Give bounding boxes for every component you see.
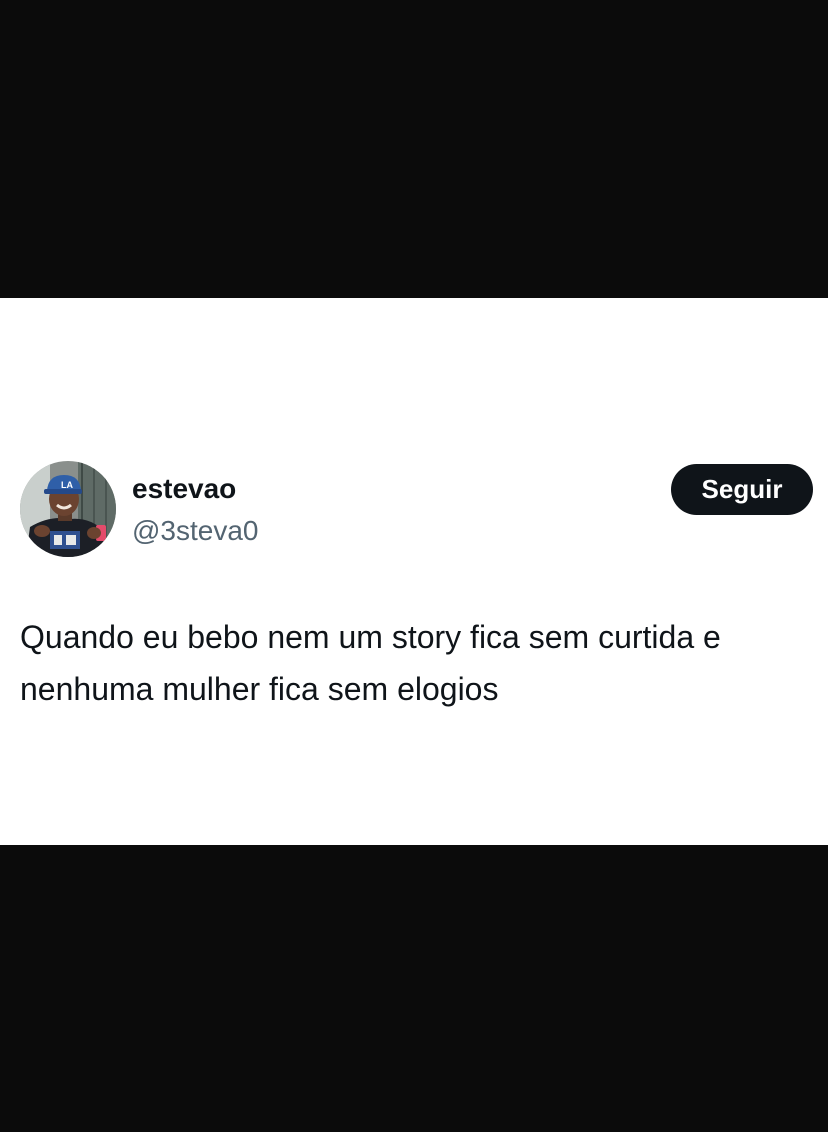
svg-text:LA: LA: [61, 480, 73, 490]
bottom-black-band: [0, 845, 828, 1132]
avatar-photo-icon: LA: [20, 461, 116, 557]
tweet-card: LA estevao @3steva0 Seguir Quando eu beb…: [0, 298, 828, 845]
screenshot-frame: LA estevao @3steva0 Seguir Quando eu beb…: [0, 0, 828, 1132]
tweet-text: Quando eu bebo nem um story fica sem cur…: [20, 619, 721, 707]
avatar[interactable]: LA: [20, 461, 116, 557]
author-handle[interactable]: @3steva0: [132, 514, 259, 548]
follow-button[interactable]: Seguir: [671, 464, 813, 515]
author-display-name[interactable]: estevao: [132, 472, 236, 506]
top-black-band: [0, 0, 828, 298]
